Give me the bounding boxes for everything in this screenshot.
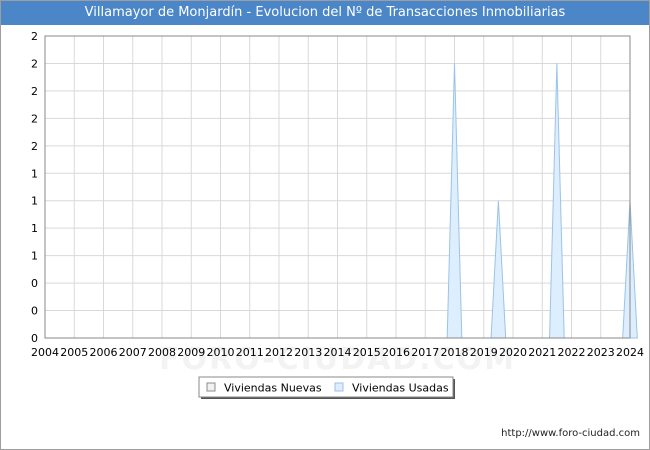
- x-tick-label: 2014: [324, 346, 352, 359]
- x-tick-label: 2007: [119, 346, 147, 359]
- chart-frame: Villamayor de Monjardín - Evolucion del …: [0, 0, 650, 450]
- x-tick-label: 2023: [587, 346, 615, 359]
- y-tick-label: 1: [31, 167, 38, 180]
- y-tick-label: 2: [31, 57, 38, 70]
- y-tick-label: 1: [31, 250, 38, 263]
- x-tick-label: 2010: [207, 346, 235, 359]
- x-tick-label: 2008: [148, 346, 176, 359]
- legend-label: Viviendas Usadas: [352, 382, 449, 395]
- x-tick-label: 2004: [31, 346, 59, 359]
- legend-swatch: [334, 382, 344, 392]
- x-tick-label: 2012: [265, 346, 293, 359]
- y-tick-label: 0: [31, 305, 38, 318]
- x-tick-label: 2009: [177, 346, 205, 359]
- y-tick-label: 2: [31, 112, 38, 125]
- x-tick-label: 2021: [528, 346, 556, 359]
- y-tick-label: 1: [31, 195, 38, 208]
- x-tick-label: 2024: [616, 346, 644, 359]
- x-tick-label: 2016: [382, 346, 410, 359]
- y-tick-label: 0: [31, 332, 38, 345]
- legend-swatch: [206, 382, 216, 392]
- x-tick-label: 2018: [441, 346, 469, 359]
- y-tick-label: 1: [31, 222, 38, 235]
- x-tick-label: 2019: [470, 346, 498, 359]
- chart-canvas: FORO-CIUDAD.COM0001111222222004 2005 2006 2…: [31, 30, 644, 399]
- x-tick-label: 2015: [353, 346, 381, 359]
- y-tick-label: 2: [31, 30, 38, 43]
- x-tick-label: 2005: [60, 346, 88, 359]
- y-tick-label: 0: [31, 277, 38, 290]
- x-tick-label: 2013: [294, 346, 322, 359]
- x-tick-label: 2011: [236, 346, 264, 359]
- x-tick-label: 2022: [558, 346, 586, 359]
- legend-label: Viviendas Nuevas: [224, 382, 322, 395]
- y-tick-label: 2: [31, 140, 38, 153]
- x-tick-label: 2006: [90, 346, 118, 359]
- y-tick-label: 2: [31, 85, 38, 98]
- x-tick-label: 2017: [411, 346, 439, 359]
- source-url[interactable]: http://www.foro-ciudad.com: [501, 428, 640, 439]
- x-tick-label: 2020: [499, 346, 527, 359]
